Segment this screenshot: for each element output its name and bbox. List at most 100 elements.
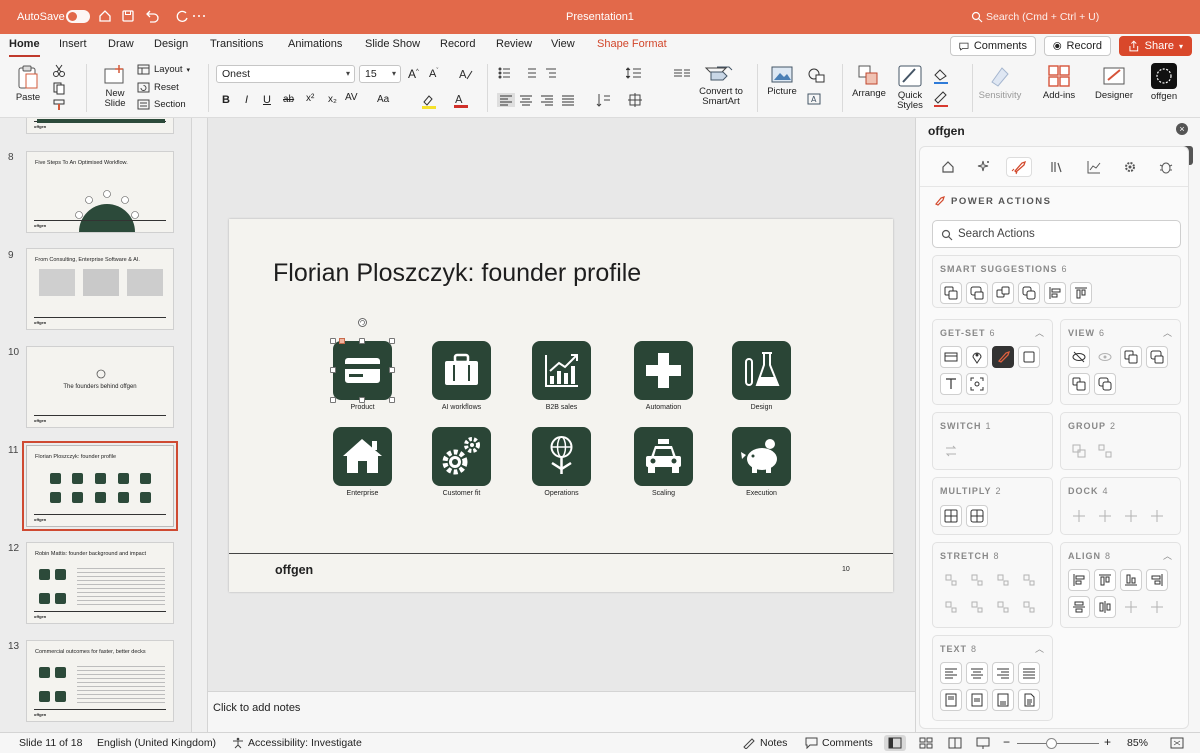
comments-toggle[interactable]: Comments	[805, 737, 873, 749]
chevron-up-icon[interactable]: ︿	[1035, 642, 1044, 655]
global-search[interactable]: Search (Cmd + Ctrl + U)	[986, 11, 1099, 23]
align-middle-button[interactable]	[1068, 596, 1090, 618]
action-button[interactable]	[1018, 282, 1040, 304]
zoom-in-button[interactable]: +	[1104, 735, 1111, 749]
tab-draw[interactable]: Draw	[108, 38, 134, 50]
tab-transitions[interactable]: Transitions	[210, 38, 263, 50]
notes-toggle[interactable]: Notes	[743, 737, 787, 749]
text-bottom-button[interactable]	[992, 689, 1014, 711]
chart-tab-icon[interactable]	[1084, 157, 1104, 177]
action-button[interactable]	[966, 505, 988, 527]
layout-button[interactable]: Layout ▾	[137, 64, 190, 75]
slide-thumbnail-9[interactable]: From Consulting, Enterprise Software & A…	[26, 248, 174, 330]
action-button[interactable]	[1068, 373, 1090, 395]
action-button-disabled[interactable]	[1146, 596, 1168, 618]
resize-handle[interactable]	[389, 367, 395, 373]
zoom-level[interactable]: 85%	[1127, 737, 1148, 749]
icon-tile-product[interactable]: Product	[333, 341, 392, 411]
zoom-out-button[interactable]: −	[1003, 735, 1010, 749]
action-button-disabled[interactable]	[992, 569, 1014, 591]
tab-slide-show[interactable]: Slide Show	[365, 38, 420, 50]
resize-handle[interactable]	[389, 397, 395, 403]
align-center-button[interactable]	[1094, 596, 1116, 618]
picture-button[interactable]: Picture	[763, 66, 801, 97]
action-button[interactable]	[1068, 346, 1090, 368]
tab-insert[interactable]: Insert	[59, 38, 87, 50]
paste-button[interactable]: Paste	[10, 64, 46, 103]
new-slide-button[interactable]: New Slide	[97, 64, 133, 109]
chevron-up-icon[interactable]: ︿	[1163, 549, 1172, 562]
fit-to-window-icon[interactable]	[1170, 737, 1184, 749]
text-justify-button[interactable]	[1018, 662, 1040, 684]
change-case-button[interactable]: Aa	[377, 94, 389, 105]
underline-button[interactable]: U	[263, 94, 271, 106]
action-button[interactable]	[1018, 346, 1040, 368]
text-direction-icon[interactable]	[596, 93, 656, 107]
sensitivity-button[interactable]: Sensitivity	[976, 64, 1024, 101]
resize-handle[interactable]	[330, 338, 336, 344]
tab-record[interactable]: Record	[440, 38, 475, 50]
character-spacing-button[interactable]: AV	[345, 92, 358, 103]
power-actions-tab[interactable]	[1006, 157, 1032, 177]
action-button-disabled[interactable]	[992, 596, 1014, 618]
action-button-disabled[interactable]	[1068, 505, 1090, 527]
slide-thumbnail-8[interactable]: Five Steps To An Optimised Workflow. off…	[26, 151, 174, 233]
icon-tile-execution[interactable]: Execution	[732, 427, 791, 497]
icon-tile-automation[interactable]: Automation	[634, 341, 693, 411]
action-button-disabled[interactable]	[1146, 505, 1168, 527]
text-middle-button[interactable]	[966, 689, 988, 711]
text-document-button[interactable]	[1018, 689, 1040, 711]
slide-thumbnail-11[interactable]: Florian Ploszczyk: founder profile offge…	[22, 441, 178, 531]
action-button[interactable]	[940, 346, 962, 368]
chevron-up-icon[interactable]: ︿	[1163, 326, 1172, 339]
main-slide[interactable]: Florian Ploszczyk: founder profile Produ…	[229, 219, 893, 592]
icon-tile-design[interactable]: Design	[732, 341, 791, 411]
zoom-slider-track[interactable]	[1017, 743, 1099, 744]
language-indicator[interactable]: English (United Kingdom)	[97, 737, 216, 749]
shapes-textbox-icon[interactable]: A	[806, 67, 832, 109]
slide-thumbnail-10[interactable]: The founders behind offgen offgen	[26, 346, 174, 428]
cut-icon[interactable]	[52, 64, 66, 78]
action-button-disabled[interactable]	[1094, 505, 1116, 527]
action-button-disabled[interactable]	[1068, 440, 1090, 462]
arrange-button[interactable]: Arrange	[849, 64, 889, 99]
section-button[interactable]: Section	[137, 99, 186, 110]
resize-handle[interactable]	[330, 397, 336, 403]
action-button[interactable]	[940, 282, 962, 304]
slide-thumbnail-13[interactable]: Commercial outcomes for faster, better d…	[26, 640, 174, 722]
zoom-slider-thumb[interactable]	[1046, 738, 1057, 749]
font-size-field[interactable]: 15 ▾	[359, 65, 401, 83]
list-options-icon[interactable]	[498, 66, 568, 80]
icon-tile-scaling[interactable]: Scaling	[634, 427, 693, 497]
action-button[interactable]	[1070, 282, 1092, 304]
sparkle-tab-icon[interactable]	[974, 157, 994, 177]
adjust-handle[interactable]	[339, 338, 345, 344]
slide-title[interactable]: Florian Ploszczyk: founder profile	[273, 259, 641, 288]
action-button-disabled[interactable]	[940, 569, 962, 591]
clear-formatting-icon[interactable]: A	[458, 67, 474, 81]
slide-thumbnail-12[interactable]: Robin Mattis: founder background and imp…	[26, 542, 174, 624]
tab-review[interactable]: Review	[496, 38, 532, 50]
quick-styles-button[interactable]: Quick Styles	[892, 64, 928, 111]
icon-tile-b2b-sales[interactable]: B2B sales	[532, 341, 591, 411]
bold-button[interactable]: B	[222, 94, 230, 106]
action-button-disabled[interactable]	[1120, 596, 1142, 618]
reset-button[interactable]: Reset	[137, 82, 179, 93]
resize-handle[interactable]	[359, 338, 365, 344]
tab-shape-format[interactable]: Shape Format	[597, 38, 667, 50]
text-top-button[interactable]	[940, 689, 962, 711]
font-color-icon[interactable]: A	[452, 92, 470, 109]
align-top-button[interactable]	[1094, 569, 1116, 591]
share-chevron-icon[interactable]: ▾	[1179, 42, 1183, 51]
home-tab-icon[interactable]	[938, 157, 958, 177]
slide-thumbnail-7[interactable]: offgen	[26, 118, 174, 134]
action-button-disabled[interactable]	[1094, 440, 1116, 462]
text-align-right-button[interactable]	[992, 662, 1014, 684]
align-right-button[interactable]	[1146, 569, 1168, 591]
action-search-input[interactable]: Search Actions	[932, 220, 1181, 248]
action-button-disabled[interactable]	[1018, 569, 1040, 591]
action-button[interactable]	[966, 346, 988, 368]
accessibility-status[interactable]: Accessibility: Investigate	[232, 737, 362, 749]
offgen-addin-button[interactable]: offgen	[1148, 63, 1180, 102]
action-button-disabled[interactable]	[966, 596, 988, 618]
